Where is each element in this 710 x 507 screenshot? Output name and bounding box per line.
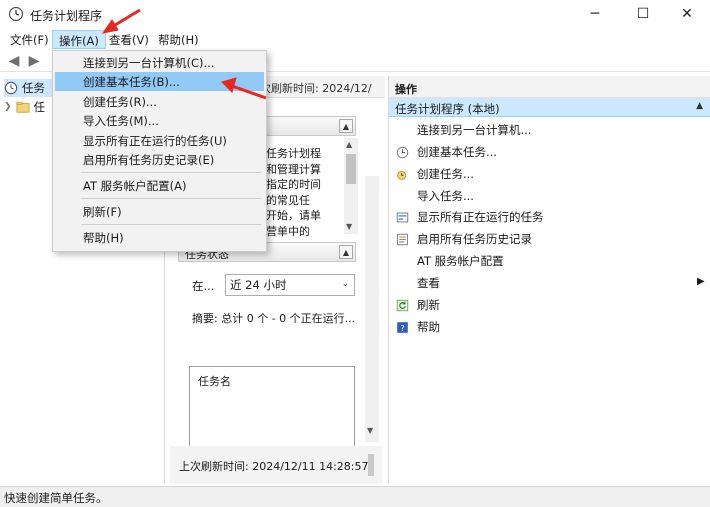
annotation-arrow-create-basic-task	[221, 77, 267, 100]
annotation-arrows	[101, 8, 267, 100]
annotation-arrow-menu	[101, 8, 141, 34]
